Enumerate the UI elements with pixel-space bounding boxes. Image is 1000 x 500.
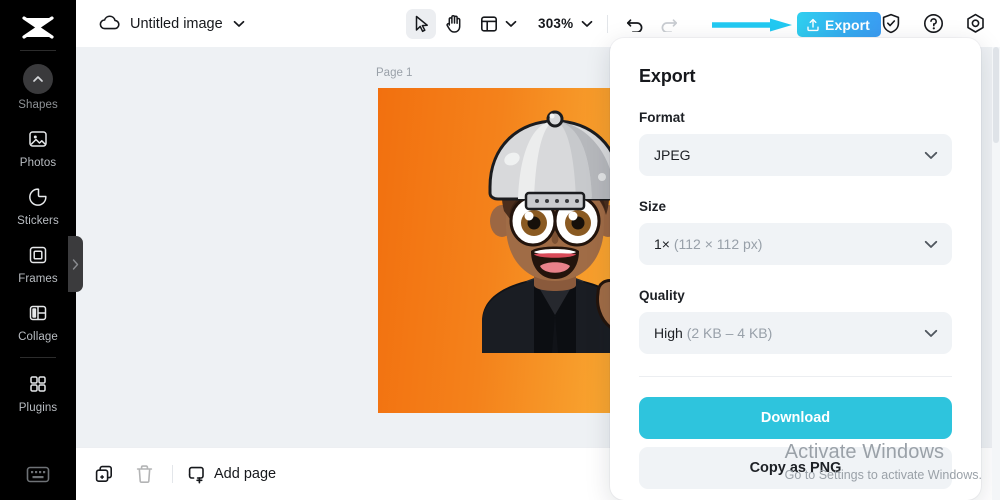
export-button-label: Export: [825, 16, 870, 33]
download-label: Download: [760, 410, 831, 426]
sidebar-item-label: Plugins: [18, 402, 58, 414]
chevron-down-icon: [924, 240, 938, 249]
sticker-icon: [25, 184, 51, 210]
zoom-level-value: 303%: [538, 16, 574, 31]
delete-page-icon[interactable]: [130, 460, 158, 488]
chevron-down-icon[interactable]: [581, 20, 593, 28]
rail-divider-bottom: [20, 357, 56, 358]
sidebar-item-label: Photos: [19, 157, 57, 169]
chevron-down-icon: [924, 329, 938, 338]
size-multiplier: 1×: [654, 236, 670, 252]
hand-tool-button[interactable]: [439, 9, 469, 39]
redo-button[interactable]: [653, 9, 683, 39]
export-panel-title: Export: [639, 66, 696, 86]
rail-divider-top: [20, 50, 56, 51]
format-label: Format: [639, 110, 685, 125]
chevron-down-icon: [924, 151, 938, 160]
copy-as-png-label: Copy as PNG: [749, 460, 842, 476]
export-button[interactable]: Export: [797, 12, 881, 37]
shield-check-icon[interactable]: [880, 13, 902, 35]
upload-icon: [806, 18, 820, 32]
zoom-level-control[interactable]: 303%: [536, 16, 595, 31]
chevron-down-icon[interactable]: [505, 20, 517, 28]
vertical-scrollbar[interactable]: [992, 47, 1000, 500]
size-select[interactable]: 1× (112 × 112 px): [639, 223, 952, 265]
sidebar-collapse-handle[interactable]: [68, 236, 83, 292]
add-page-button[interactable]: Add page: [187, 465, 276, 484]
panel-divider: [639, 376, 952, 377]
format-select[interactable]: JPEG: [639, 134, 952, 176]
sidebar-item-label: Shapes: [18, 99, 58, 111]
annotation-arrow: [712, 18, 794, 37]
rail-bottom-area: [0, 464, 76, 484]
sidebar-item-frames[interactable]: Frames: [0, 233, 76, 291]
collage-icon: [25, 300, 51, 326]
layout-tool-button[interactable]: [472, 9, 519, 39]
sidebar-item-label: Collage: [18, 331, 58, 343]
bottombar-divider: [172, 465, 173, 483]
size-label: Size: [639, 199, 667, 214]
capcut-image-editor-window: Page 1 Shapes Photos Stickers Frames Col…: [0, 0, 1000, 500]
chevron-down-icon[interactable]: [233, 20, 245, 28]
format-value: JPEG: [654, 147, 691, 163]
page-label: Page 1: [376, 67, 413, 79]
quality-label: Quality: [639, 288, 685, 303]
quality-select[interactable]: High (2 KB – 4 KB): [639, 312, 952, 354]
sidebar-item-stickers[interactable]: Stickers: [0, 175, 76, 233]
sidebar-item-label: Frames: [18, 273, 58, 285]
layout-panel-icon[interactable]: [474, 9, 504, 39]
sidebar-item-collage[interactable]: Collage: [0, 291, 76, 349]
settings-gear-icon[interactable]: [964, 13, 986, 35]
sidebar-item-shapes[interactable]: Shapes: [0, 55, 76, 117]
sidebar-item-plugins[interactable]: Plugins: [0, 362, 76, 420]
download-button[interactable]: Download: [639, 397, 952, 439]
scrollbar-thumb[interactable]: [993, 47, 999, 143]
export-panel: Export Format JPEG Size 1× (112 × 112 px…: [610, 38, 981, 500]
select-tool-button[interactable]: [406, 8, 436, 39]
undo-button[interactable]: [620, 9, 650, 39]
sidebar-item-photos[interactable]: Photos: [0, 117, 76, 175]
capcut-logo-icon[interactable]: [20, 14, 56, 42]
sidebar-item-label: Stickers: [17, 215, 59, 227]
keyboard-shortcuts-icon[interactable]: [25, 464, 51, 484]
duplicate-page-icon[interactable]: [90, 460, 118, 488]
plugins-grid-icon: [25, 371, 51, 397]
add-page-plus-icon: [187, 465, 206, 484]
size-value: 1× (112 × 112 px): [654, 236, 924, 252]
size-detail: (112 × 112 px): [673, 236, 763, 252]
add-page-label: Add page: [214, 466, 277, 482]
quality-level: High: [654, 325, 683, 341]
document-title-group[interactable]: Untitled image: [98, 13, 245, 35]
image-icon: [25, 126, 51, 152]
cloud-saved-icon: [98, 13, 120, 35]
chevron-up-circle-icon: [23, 64, 53, 94]
copy-as-png-button[interactable]: Copy as PNG: [639, 447, 952, 489]
document-title[interactable]: Untitled image: [130, 16, 223, 32]
quality-detail: (2 KB – 4 KB): [686, 325, 773, 341]
toolbar-divider: [607, 14, 609, 33]
quality-value: High (2 KB – 4 KB): [654, 325, 924, 341]
frame-icon: [25, 242, 51, 268]
help-question-icon[interactable]: [922, 13, 944, 35]
left-tool-rail: Shapes Photos Stickers Frames Collage Pl…: [0, 0, 76, 500]
